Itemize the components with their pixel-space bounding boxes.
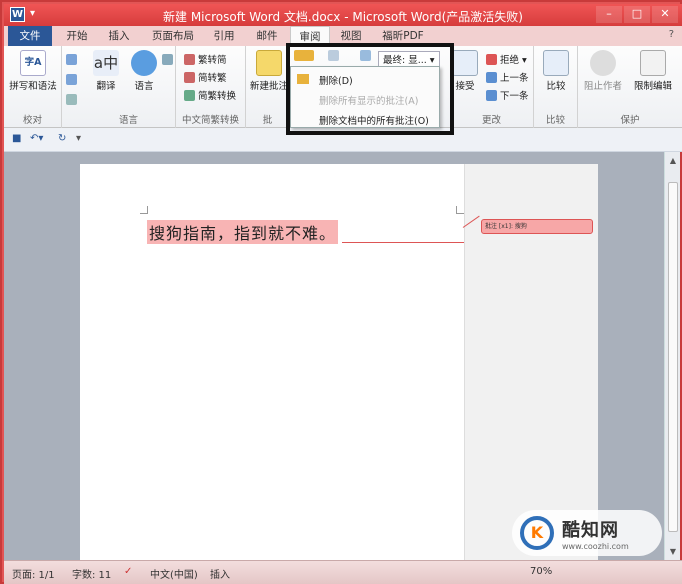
proofing-status-icon[interactable]: ✓ xyxy=(124,566,132,577)
status-bar: 页面: 1/1 字数: 11 ✓ 中文(中国) 插入 70% xyxy=(4,560,682,584)
watermark-url: www.coozhi.com xyxy=(562,541,629,551)
document-text[interactable]: 搜狗指南，指到就不难。 xyxy=(147,220,339,244)
tab-references[interactable]: 引用 xyxy=(204,26,244,46)
highlight-annotation-box xyxy=(286,43,454,135)
comment-connector xyxy=(342,242,464,243)
group-changes: 接受 拒绝 ▾ 上一条 下一条 更改 xyxy=(450,46,534,128)
lock-icon xyxy=(640,50,666,76)
comment-bubble[interactable]: 批注 [x1]: 搜狗 xyxy=(481,219,593,234)
spell-check-icon: 字A xyxy=(20,50,46,76)
maximize-button[interactable]: □ xyxy=(624,6,650,23)
translate-button[interactable]: a中 翻译 xyxy=(88,50,124,92)
tab-file[interactable]: 文件 xyxy=(8,26,52,46)
group-compare: 比较 比较 xyxy=(534,46,578,128)
save-icon[interactable]: ■ xyxy=(12,133,21,144)
research-icon[interactable] xyxy=(66,54,80,66)
redo-icon[interactable]: ↻ xyxy=(58,133,66,144)
tab-mailings[interactable]: 邮件 xyxy=(248,26,286,46)
minimize-button[interactable]: – xyxy=(596,6,622,23)
margin-corner-tl xyxy=(140,206,148,214)
compare-button[interactable]: 比较 xyxy=(538,50,574,92)
close-button[interactable]: ✕ xyxy=(652,6,678,23)
thesaurus-icon[interactable] xyxy=(66,74,80,86)
restrict-editing-button[interactable]: 限制编辑 xyxy=(628,50,678,92)
new-comment-button[interactable]: 新建批注 xyxy=(248,50,290,92)
margin-corner-tr xyxy=(456,206,464,214)
help-icon[interactable]: ? xyxy=(669,29,674,40)
spelling-grammar-button[interactable]: 字A 拼写和语法 xyxy=(8,50,58,92)
next-change-button[interactable]: 下一条 xyxy=(486,88,529,102)
block-authors-icon xyxy=(590,50,616,76)
watermark: K 酷知网 www.coozhi.com xyxy=(512,510,662,556)
group-proofing: 字A 拼写和语法 校对 xyxy=(4,46,62,128)
insert-mode[interactable]: 插入 xyxy=(210,566,230,581)
title-bar: W ▾ 新建 Microsoft Word 文档.docx - Microsof… xyxy=(4,4,682,26)
language-option-icon[interactable] xyxy=(162,54,176,66)
scroll-up-icon[interactable]: ▲ xyxy=(665,156,681,165)
word-window: W ▾ 新建 Microsoft Word 文档.docx - Microsof… xyxy=(0,0,682,584)
scroll-down-icon[interactable]: ▼ xyxy=(665,547,681,556)
word-count-icon[interactable] xyxy=(66,94,80,106)
document-workspace xyxy=(4,152,666,564)
group-protect: 阻止作者 限制编辑 保护 xyxy=(578,46,682,128)
tab-insert[interactable]: 插入 xyxy=(100,26,138,46)
coozhi-logo-icon: K xyxy=(520,516,554,550)
window-title: 新建 Microsoft Word 文档.docx - Microsoft Wo… xyxy=(163,10,523,24)
scrollbar-thumb[interactable] xyxy=(668,182,678,532)
zoom-level[interactable]: 70% xyxy=(530,566,552,577)
tab-page-layout[interactable]: 页面布局 xyxy=(144,26,202,46)
group-language: a中 翻译 语言 语言 xyxy=(82,46,176,128)
watermark-brand: 酷知网 xyxy=(562,519,619,541)
language-button[interactable]: 语言 xyxy=(126,50,162,92)
word-count[interactable]: 字数: 11 xyxy=(72,566,111,581)
page-count[interactable]: 页面: 1/1 xyxy=(12,566,55,581)
reject-button[interactable]: 拒绝 ▾ xyxy=(486,52,527,66)
new-comment-icon xyxy=(256,50,282,76)
vertical-scrollbar[interactable]: ▲ ▼ xyxy=(664,152,680,560)
language-status[interactable]: 中文(中国) xyxy=(150,566,198,581)
accept-icon xyxy=(452,50,478,76)
language-icon xyxy=(131,50,157,76)
translate-icon: a中 xyxy=(93,50,119,76)
chinese-conversion-button[interactable]: 简繁转换 xyxy=(184,88,236,102)
group-comments: 新建批注 批 xyxy=(246,46,290,128)
simplified-to-traditional-button[interactable]: 简转繁 xyxy=(184,70,227,84)
customize-toolbar-icon[interactable]: ▾ xyxy=(76,133,81,144)
previous-change-button[interactable]: 上一条 xyxy=(486,70,529,84)
traditional-to-simplified-button[interactable]: 繁转简 xyxy=(184,52,227,66)
undo-icon[interactable]: ↶▾ xyxy=(30,133,43,144)
block-authors-button[interactable]: 阻止作者 xyxy=(580,50,626,92)
group-chinese-conversion: 繁转简 简转繁 简繁转换 中文简繁转换 xyxy=(176,46,246,128)
accept-button[interactable]: 接受 xyxy=(450,50,480,92)
tab-home[interactable]: 开始 xyxy=(58,26,96,46)
compare-icon xyxy=(543,50,569,76)
